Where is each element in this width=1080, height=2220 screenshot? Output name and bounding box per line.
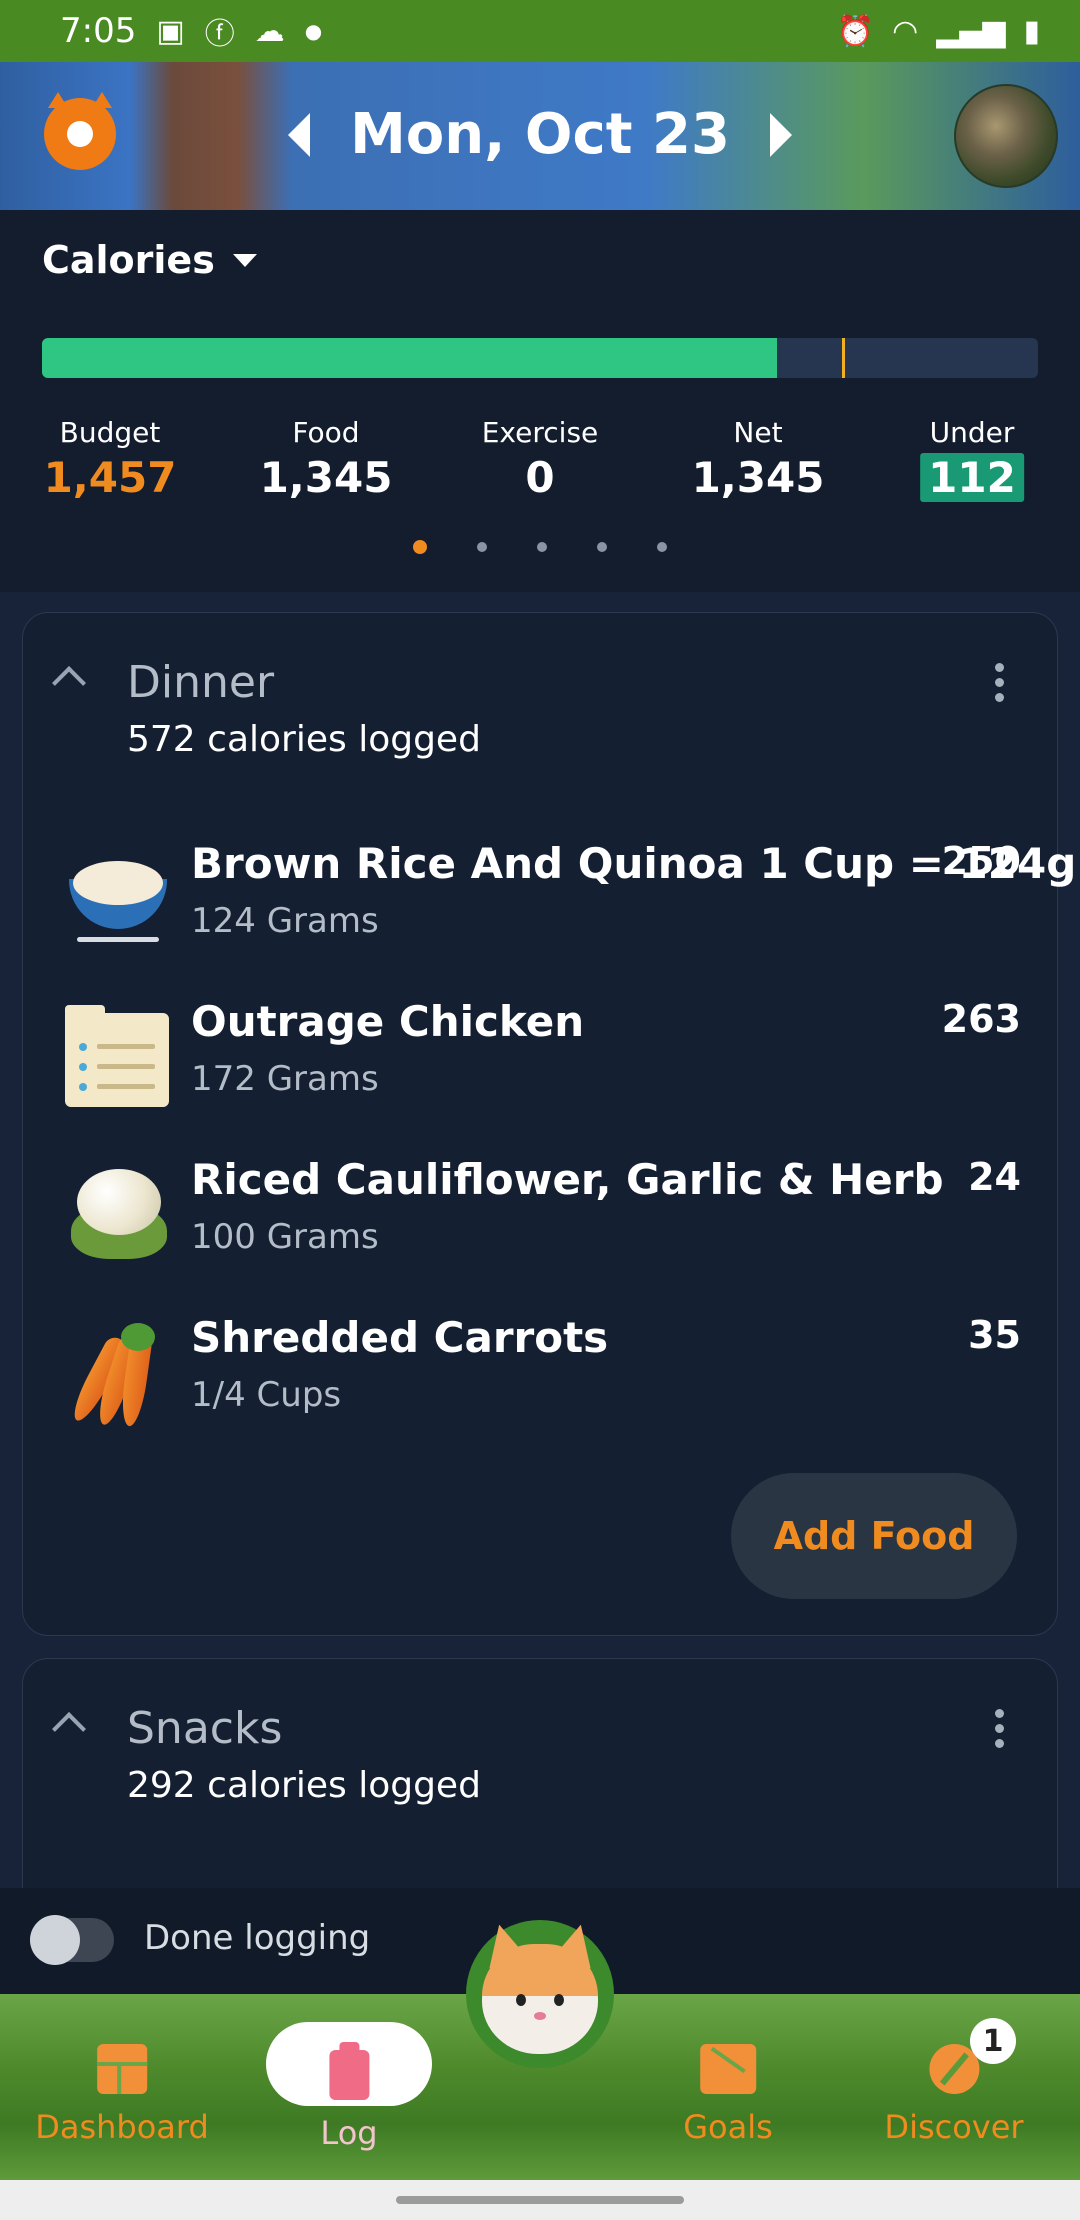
avatar[interactable]	[954, 84, 1058, 188]
compass-icon	[929, 2044, 979, 2094]
meal-calories-logged: 572 calories logged	[127, 719, 481, 760]
app-screen: 7:05 ▣ ⓕ ☁ ● ⏰ ◠ ▂▄▆ ▮ Mon, Oct 23 Calor…	[0, 0, 1080, 2220]
stat-value: 1,457	[43, 453, 177, 502]
status-right: ⏰ ◠ ▂▄▆ ▮	[837, 14, 1040, 49]
nav-log[interactable]: Log	[320, 1994, 378, 2152]
previous-day-arrow-icon[interactable]	[288, 112, 311, 157]
recipe-card-icon	[63, 1003, 173, 1113]
food-item[interactable]: Shredded Carrots 1/4 Cups 35	[23, 1309, 1059, 1459]
food-name: Shredded Carrots	[191, 1313, 609, 1362]
food-quantity: 124 Grams	[191, 901, 379, 941]
stat-net: Net 1,345	[692, 416, 825, 502]
status-bar: 7:05 ▣ ⓕ ☁ ● ⏰ ◠ ▂▄▆ ▮	[0, 0, 1080, 62]
food-item[interactable]: Riced Cauliflower, Garlic & Herb 100 Gra…	[23, 1151, 1059, 1301]
system-home-bar	[0, 2180, 1080, 2220]
stat-label: Budget	[59, 416, 161, 449]
collapse-chevron-icon[interactable]	[52, 1712, 86, 1746]
meal-title[interactable]: Snacks	[127, 1703, 282, 1754]
carrot-icon	[63, 1319, 173, 1429]
calorie-summary: Calories Budget 1,457 Food 1,345 Exercis…	[0, 210, 1080, 592]
food-calories: 263	[941, 997, 1021, 1041]
rice-bowl-icon	[63, 845, 173, 955]
nav-discover[interactable]: Discover	[884, 1994, 1024, 2146]
progress-fill	[42, 338, 778, 378]
current-date[interactable]: Mon, Oct 23	[350, 102, 730, 167]
stat-label: Exercise	[481, 416, 599, 449]
stat-label: Food	[292, 416, 360, 449]
metric-dropdown-label: Calories	[42, 238, 215, 282]
nav-label: Dashboard	[35, 2108, 209, 2146]
stat-value: 1,345	[691, 453, 825, 502]
food-item[interactable]: Outrage Chicken 172 Grams 263	[23, 993, 1059, 1143]
nav-goals[interactable]: Goals	[683, 1994, 773, 2146]
food-quantity: 100 Grams	[191, 1217, 379, 1257]
stat-label: Under	[929, 416, 1015, 449]
date-navigator: Mon, Oct 23	[0, 102, 1080, 167]
signal-icon: ▂▄▆	[936, 13, 1006, 49]
header: Mon, Oct 23	[0, 62, 1080, 210]
food-calories: 35	[968, 1313, 1021, 1357]
meal-card-dinner: Dinner 572 calories logged Brown Rice An…	[22, 612, 1076, 1636]
image-icon: ▣	[156, 13, 185, 49]
food-item[interactable]: Brown Rice And Quinoa 1 Cup = 124g 124 G…	[23, 835, 1076, 985]
more-options-icon[interactable]	[995, 1709, 1005, 1748]
next-day-arrow-icon[interactable]	[769, 112, 792, 157]
page-dot[interactable]	[597, 542, 607, 552]
snapchat-icon: ☁	[254, 13, 285, 49]
nav-label: Log	[320, 2114, 378, 2152]
food-calories: 250	[941, 839, 1021, 883]
goals-icon	[699, 2044, 756, 2094]
nav-label: Discover	[884, 2108, 1024, 2146]
clipboard-icon	[329, 2042, 369, 2100]
stat-value: 112	[920, 453, 1024, 502]
stat-under: Under 112	[920, 416, 1024, 502]
page-indicator[interactable]	[0, 540, 1080, 554]
meal-calories-logged: 292 calories logged	[127, 1765, 481, 1806]
chevron-down-icon	[232, 253, 257, 267]
stat-budget: Budget 1,457	[44, 416, 177, 502]
home-indicator[interactable]	[396, 2196, 684, 2204]
wifi-icon: ◠	[892, 13, 919, 49]
alarm-icon: ⏰	[836, 13, 875, 49]
collapse-chevron-icon[interactable]	[52, 666, 86, 700]
metric-dropdown[interactable]: Calories	[42, 238, 257, 282]
meal-card-snacks: Snacks 292 calories logged	[22, 1658, 1058, 1918]
page-dot[interactable]	[537, 542, 547, 552]
done-logging-toggle[interactable]	[30, 1915, 114, 1965]
nav-label: Goals	[683, 2108, 773, 2146]
budget-marker	[842, 338, 846, 378]
stat-food: Food 1,345	[260, 416, 393, 502]
page-dot[interactable]	[413, 540, 427, 554]
page-dot[interactable]	[477, 542, 487, 552]
food-calories: 24	[968, 1155, 1021, 1199]
done-logging-label: Done logging	[144, 1918, 371, 1958]
add-food-button[interactable]: Add Food	[731, 1473, 1017, 1599]
stat-value: 0	[525, 453, 555, 502]
dashboard-icon	[96, 2044, 147, 2094]
dot-icon: ●	[304, 19, 323, 43]
meal-title[interactable]: Dinner	[127, 657, 274, 708]
food-name: Riced Cauliflower, Garlic & Herb	[191, 1155, 944, 1204]
food-quantity: 172 Grams	[191, 1059, 379, 1099]
battery-icon: ▮	[1023, 13, 1040, 49]
food-name: Outrage Chicken	[191, 997, 585, 1046]
notification-badge: 1	[970, 2018, 1016, 2064]
stat-label: Net	[733, 416, 783, 449]
food-quantity: 1/4 Cups	[191, 1375, 342, 1415]
status-time: 7:05	[60, 11, 137, 51]
cauliflower-icon	[63, 1161, 173, 1271]
nav-dashboard[interactable]: Dashboard	[35, 1994, 209, 2146]
page-dot[interactable]	[657, 542, 667, 552]
stat-exercise: Exercise 0	[482, 416, 599, 502]
stat-value: 1,345	[259, 453, 393, 502]
calorie-progress-bar	[42, 338, 1038, 378]
more-options-icon[interactable]	[995, 663, 1005, 702]
facebook-icon: ⓕ	[204, 17, 235, 52]
mascot-cat-button[interactable]	[466, 1919, 614, 2068]
